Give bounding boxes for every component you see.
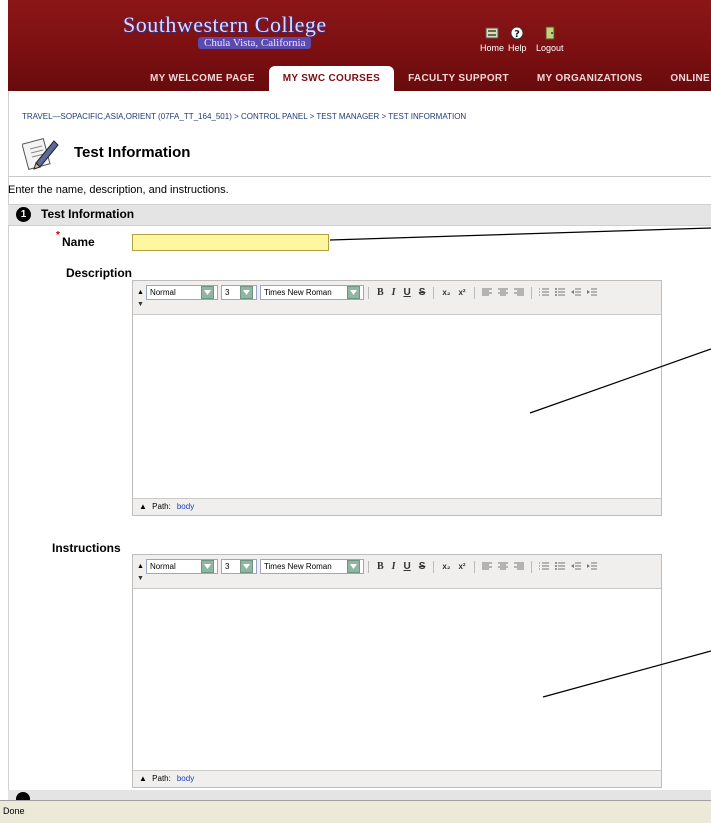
name-label: Name — [62, 235, 95, 249]
next-section-badge — [16, 792, 30, 800]
path-label: Path: — [152, 774, 171, 783]
instructions-label: Instructions — [52, 541, 121, 555]
next-section-bar — [8, 790, 711, 800]
tab-my-organizations[interactable]: MY ORGANIZATIONS — [523, 66, 657, 91]
description-textarea[interactable] — [133, 315, 661, 498]
strikethrough-button[interactable]: S — [419, 287, 426, 298]
superscript-button[interactable]: x² — [458, 562, 465, 571]
toolbar-collapse-icon[interactable]: ▲ — [137, 289, 144, 296]
tab-my-swc-courses[interactable]: MY SWC COURSES — [268, 66, 395, 91]
page-title-row: Test Information — [21, 133, 191, 171]
left-frame-border — [0, 0, 9, 800]
section-number-badge: 1 — [16, 207, 31, 222]
home-label: Home — [480, 43, 505, 53]
font-size-select[interactable]: 3 — [220, 559, 257, 574]
chevron-down-icon — [239, 286, 253, 299]
browser-window: Southwestern College Chula Vista, Califo… — [0, 0, 711, 823]
required-asterisk: * — [56, 230, 60, 241]
toolbar-expand-icon[interactable]: ▼ — [137, 301, 144, 308]
instructions-toolbar: ▲ Normal 3 Times New Roman B I U S x₂ x² — [133, 555, 661, 589]
subscript-button[interactable]: x₂ — [442, 562, 450, 571]
site-header: Southwestern College Chula Vista, Califo… — [8, 0, 711, 91]
section-title: Test Information — [41, 207, 135, 221]
help-icon: ? — [509, 25, 525, 41]
path-body-link[interactable]: body — [177, 774, 194, 783]
font-size-select[interactable]: 3 — [220, 285, 257, 300]
chevron-down-icon — [346, 560, 360, 573]
browser-status-bar: Done — [0, 800, 711, 823]
toolbar-expand-icon[interactable]: ▼ — [137, 575, 144, 582]
main-tabs: MY WELCOME PAGE MY SWC COURSES FACULTY S… — [136, 66, 711, 91]
numbered-list-icon[interactable] — [538, 560, 549, 574]
chevron-down-icon — [239, 560, 253, 573]
align-center-icon[interactable] — [497, 560, 508, 574]
title-divider — [8, 176, 711, 177]
college-location: Chula Vista, California — [198, 37, 312, 49]
annotation-line-name — [329, 227, 711, 241]
numbered-list-icon[interactable] — [538, 286, 549, 300]
description-pathbar: ▲ Path: body — [133, 498, 661, 515]
chevron-down-icon — [200, 560, 214, 573]
paragraph-style-select[interactable]: Normal — [145, 559, 218, 574]
font-family-select[interactable]: Times New Roman — [259, 285, 364, 300]
align-right-icon[interactable] — [513, 286, 524, 300]
chevron-down-icon — [200, 286, 214, 299]
logout-link[interactable]: Logout — [536, 25, 564, 53]
align-center-icon[interactable] — [497, 286, 508, 300]
bold-button[interactable]: B — [377, 287, 384, 298]
help-link[interactable]: ? Help — [508, 25, 527, 53]
home-icon — [484, 25, 500, 41]
align-right-icon[interactable] — [513, 560, 524, 574]
underline-button[interactable]: U — [404, 561, 411, 572]
breadcrumb[interactable]: TRAVEL—SOPACIFIC,ASIA,ORIENT (07FA_TT_16… — [22, 112, 466, 121]
outdent-icon[interactable] — [570, 560, 581, 574]
paragraph-style-select[interactable]: Normal — [145, 285, 218, 300]
collapse-arrow-icon[interactable]: ▲ — [139, 774, 147, 783]
collapse-arrow-icon[interactable]: ▲ — [139, 502, 147, 511]
underline-button[interactable]: U — [404, 287, 411, 298]
indent-icon[interactable] — [586, 286, 597, 300]
italic-button[interactable]: I — [392, 287, 396, 298]
instructions-editor: ▲ Normal 3 Times New Roman B I U S x₂ x² — [132, 554, 662, 788]
instructions-textarea[interactable] — [133, 589, 661, 770]
svg-text:?: ? — [514, 29, 520, 40]
college-logo[interactable]: Southwestern College — [123, 12, 327, 38]
instructions-pathbar: ▲ Path: body — [133, 770, 661, 787]
tab-faculty-support[interactable]: FACULTY SUPPORT — [394, 66, 523, 91]
tab-online[interactable]: ONLINE — [656, 66, 711, 91]
description-editor: ▲ Normal 3 Times New Roman B I U S x₂ x² — [132, 280, 662, 516]
chevron-down-icon — [346, 286, 360, 299]
logout-label: Logout — [536, 43, 564, 53]
bullet-list-icon[interactable] — [554, 286, 565, 300]
subscript-button[interactable]: x₂ — [442, 288, 450, 297]
name-input[interactable] — [132, 234, 329, 251]
outdent-icon[interactable] — [570, 286, 581, 300]
align-left-icon[interactable] — [481, 560, 492, 574]
superscript-button[interactable]: x² — [458, 288, 465, 297]
strikethrough-button[interactable]: S — [419, 561, 426, 572]
page-title: Test Information — [74, 143, 191, 161]
italic-button[interactable]: I — [392, 561, 396, 572]
logout-icon — [542, 25, 558, 41]
page-instructions: Enter the name, description, and instruc… — [8, 184, 229, 196]
test-pencil-icon — [21, 133, 60, 171]
bold-button[interactable]: B — [377, 561, 384, 572]
home-link[interactable]: Home — [480, 25, 504, 53]
bullet-list-icon[interactable] — [554, 560, 565, 574]
font-family-select[interactable]: Times New Roman — [259, 559, 364, 574]
description-label: Description — [66, 266, 133, 280]
description-toolbar: ▲ Normal 3 Times New Roman B I U S x₂ x² — [133, 281, 661, 315]
path-body-link[interactable]: body — [177, 502, 194, 511]
tab-my-welcome-page[interactable]: MY WELCOME PAGE — [136, 66, 269, 91]
indent-icon[interactable] — [586, 560, 597, 574]
path-label: Path: — [152, 502, 171, 511]
help-label: Help — [508, 43, 527, 53]
toolbar-collapse-icon[interactable]: ▲ — [137, 563, 144, 570]
align-left-icon[interactable] — [481, 286, 492, 300]
